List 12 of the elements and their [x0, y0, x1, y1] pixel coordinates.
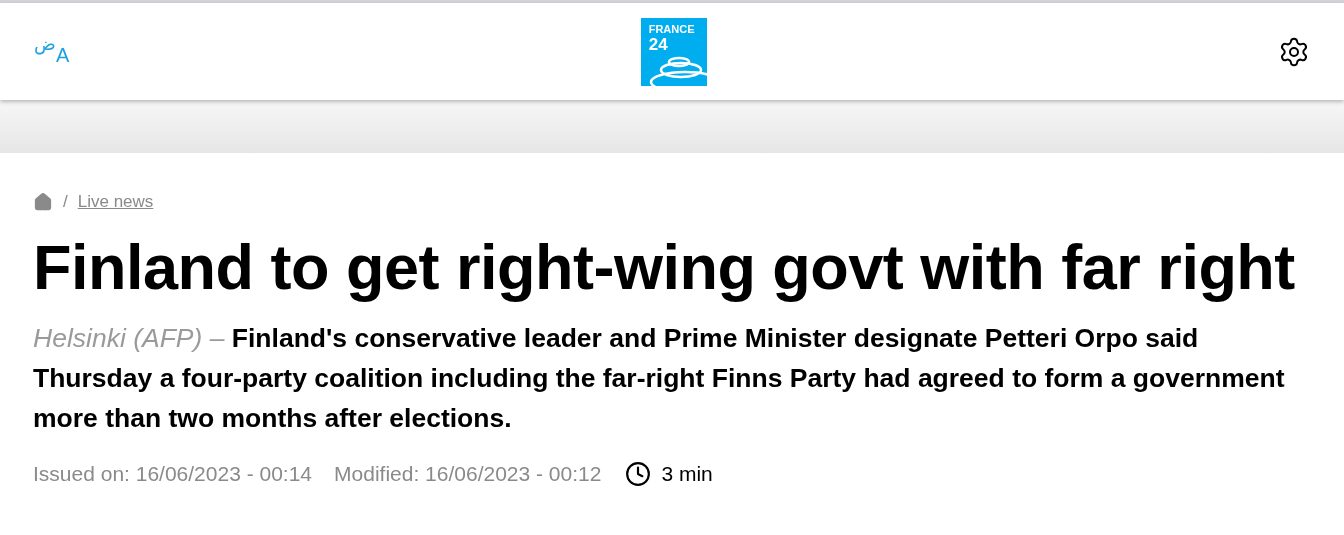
reading-time: 3 min — [661, 460, 713, 487]
breadcrumb-link[interactable]: Live news — [77, 189, 154, 215]
site-logo[interactable]: FRANCE 24 — [640, 17, 707, 86]
issued-date: Issued on: 16/06/2023 - 00:14 — [33, 460, 313, 487]
modified-date: Modified: 16/06/2023 - 00:12 — [334, 460, 602, 487]
home-icon[interactable] — [33, 191, 53, 212]
breadcrumb-separator: / — [63, 191, 68, 213]
clock-icon — [625, 460, 652, 487]
settings-button[interactable] — [1278, 35, 1310, 68]
settings-icon — [1278, 35, 1310, 68]
article-lead: Helsinki (AFP) – Finland's conservative leader and Prime Minister designate Petteri Orpo said Thursday a four-party coalition including the far-right Finns Party had agreed to form a government more than two months after elections. — [33, 321, 1286, 435]
article-title: Finland to get right-wing govt with far right — [33, 232, 1296, 302]
